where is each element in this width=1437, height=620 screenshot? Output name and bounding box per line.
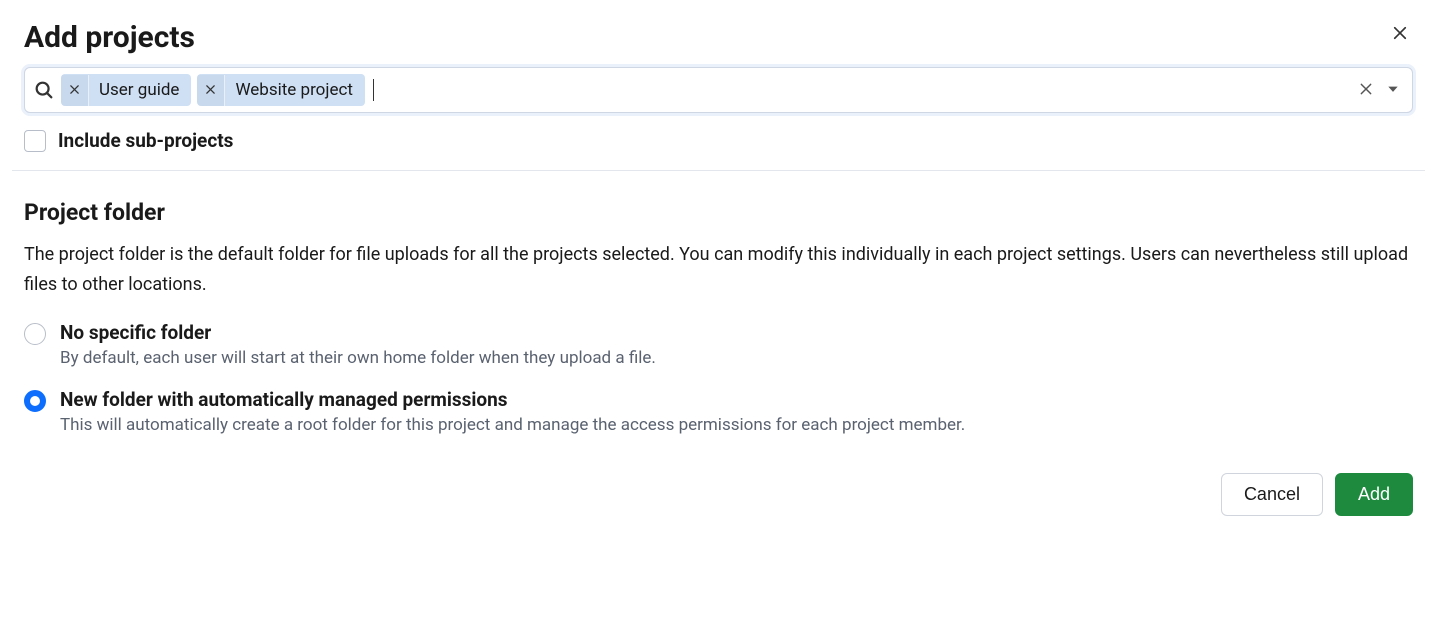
chip-label: User guide xyxy=(89,74,191,106)
chip-list: User guide Website project xyxy=(61,74,365,106)
project-search[interactable]: User guide Website project xyxy=(24,67,1413,113)
close-button[interactable] xyxy=(1387,20,1413,49)
radio-description: By default, each user will start at thei… xyxy=(60,348,656,368)
section-description: The project folder is the default folder… xyxy=(24,240,1413,299)
section-title: Project folder xyxy=(24,199,1413,226)
include-subprojects-checkbox[interactable] xyxy=(24,130,46,152)
radio-title: New folder with automatically managed pe… xyxy=(60,388,965,411)
close-icon xyxy=(69,83,80,98)
chip-remove-button[interactable] xyxy=(197,75,225,106)
text-cursor xyxy=(373,79,374,101)
radio-auto-managed-folder[interactable]: New folder with automatically managed pe… xyxy=(24,388,1413,435)
project-folder-section: Project folder The project folder is the… xyxy=(0,171,1437,435)
include-subprojects-label: Include sub-projects xyxy=(58,129,233,152)
add-projects-dialog: Add projects User guide xyxy=(0,0,1437,620)
radio-content: No specific folder By default, each user… xyxy=(60,321,656,368)
radio-description: This will automatically create a root fo… xyxy=(60,415,965,435)
close-icon xyxy=(1391,24,1409,45)
chip-remove-button[interactable] xyxy=(61,75,89,106)
radio-title: No specific folder xyxy=(60,321,656,344)
close-icon xyxy=(205,83,216,98)
folder-radio-group: No specific folder By default, each user… xyxy=(24,321,1413,435)
radio-content: New folder with automatically managed pe… xyxy=(60,388,965,435)
close-icon xyxy=(1358,81,1374,100)
radio-input[interactable] xyxy=(24,390,46,412)
radio-input[interactable] xyxy=(24,323,46,345)
cancel-button[interactable]: Cancel xyxy=(1221,473,1323,516)
dropdown-toggle[interactable] xyxy=(1386,82,1400,99)
dialog-footer: Cancel Add xyxy=(0,435,1437,540)
radio-no-specific-folder[interactable]: No specific folder By default, each user… xyxy=(24,321,1413,368)
dialog-header: Add projects xyxy=(0,0,1437,67)
add-button[interactable]: Add xyxy=(1335,473,1413,516)
search-controls xyxy=(1358,81,1404,100)
chip-website-project: Website project xyxy=(197,74,364,106)
dialog-title: Add projects xyxy=(24,20,195,55)
chip-label: Website project xyxy=(225,74,364,106)
chip-user-guide: User guide xyxy=(61,74,191,106)
caret-down-icon xyxy=(1386,82,1400,99)
include-subprojects-row: Include sub-projects xyxy=(0,113,1437,170)
search-input[interactable] xyxy=(380,76,1352,104)
search-icon xyxy=(33,79,55,101)
clear-all-button[interactable] xyxy=(1358,81,1374,100)
